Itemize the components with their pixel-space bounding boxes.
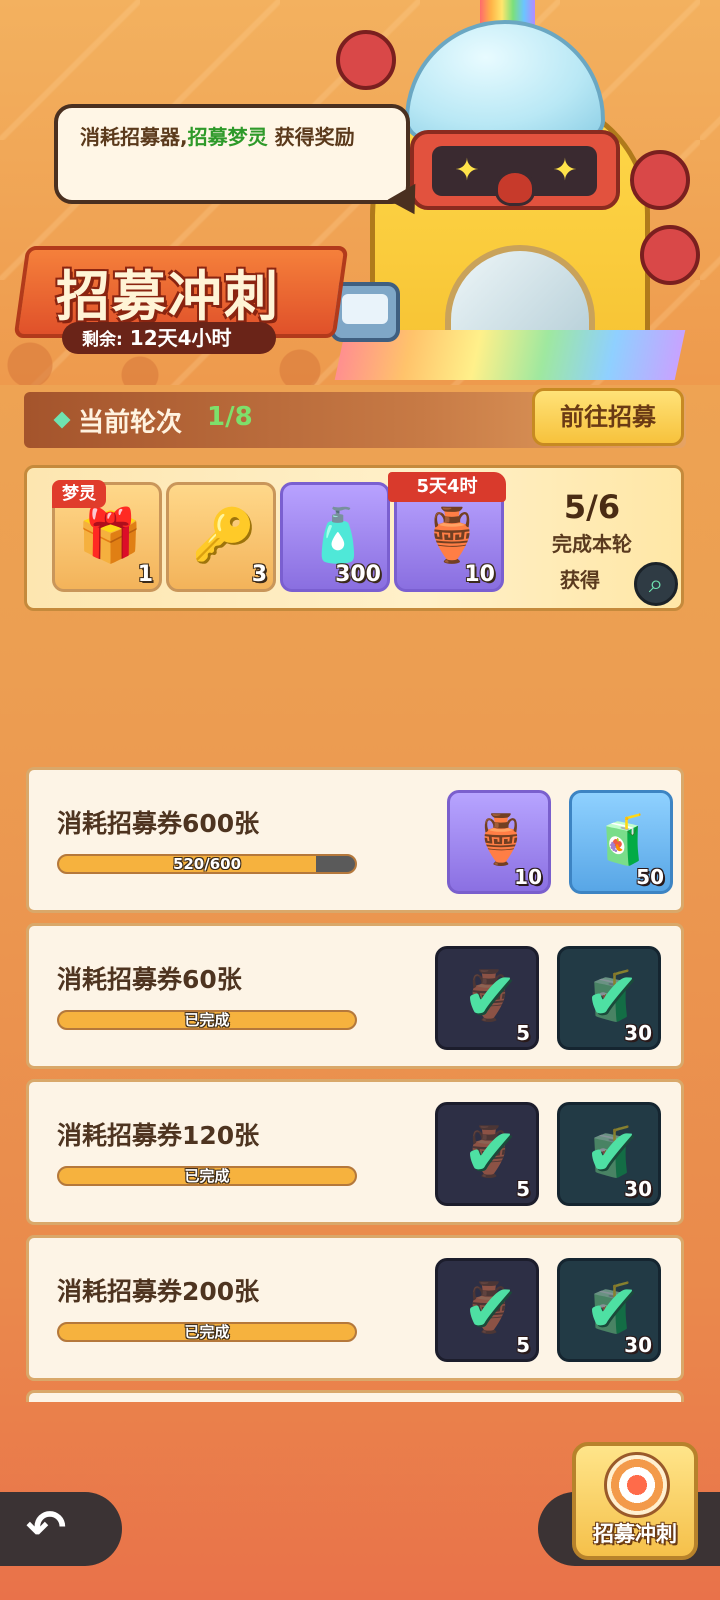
reward-slot-rainbow-bottle[interactable]: 🧴 300 [280,482,390,592]
reward-quantity: 300 [335,562,381,587]
back-arrow-icon: ↶ [26,1500,67,1556]
task-progress-text: 已完成 [184,1011,230,1029]
countdown-badge: 剩余: 12天4小时 [62,322,276,354]
robot-arm-lower [640,225,700,285]
reward-quantity: 5 [516,1177,530,1201]
task-card: 消耗招募券120张 已完成 🏺 ✔ 5 🧃 ✔ 30 [26,1079,684,1225]
round-progress: 5/6 [563,488,621,526]
speech-highlight: 招募梦灵 [187,125,268,149]
reward-quantity: 3 [251,562,267,587]
recruit-sprint-button[interactable]: 招募冲刺 [572,1442,698,1560]
event-title: 招募冲刺 [56,265,280,328]
task-card: 消耗招募券200张 已完成 🏺 ✔ 5 🧃 ✔ 30 [26,1235,684,1381]
reward-quantity: 30 [624,1333,652,1357]
task-progress-bar: 520/600 [57,854,357,874]
round-get-label: 获得 [560,568,600,592]
task-title: 消耗招募券200张 [57,1277,260,1306]
robot-mouth [495,170,535,206]
mystery-chest-icon: 🎁 [77,506,143,566]
task-reward-spirit-pedestal-claimed: 🏺 ✔ 5 [435,1258,539,1362]
task-progress-text: 已完成 [184,1167,230,1185]
reward-quantity: 30 [624,1177,652,1201]
speech-text-suffix: 获得奖励 [267,125,355,149]
reward-quantity: 50 [636,865,664,889]
task-reward-spirit-pedestal-claimed: 🏺 ✔ 5 [435,1102,539,1206]
reward-quantity: 5 [516,1333,530,1357]
task-reward-spirit-pedestal-claimed: 🏺 ✔ 5 [435,946,539,1050]
star-eye-icon: ✦ [552,153,578,188]
task-progress-bar: 已完成 [57,1166,357,1186]
task-card-next-peek [26,1390,684,1402]
round-value: 1/8 [207,402,253,432]
time-limit-tag: 5天4时 [388,472,506,502]
recruit-sprint-label: 招募冲刺 [593,1522,677,1546]
speech-text: 消耗招募器, [80,125,188,149]
task-reward-bottle-claimed: 🧃 ✔ 30 [557,946,661,1050]
countdown-label: 剩余: [82,330,123,350]
speech-bubble: 消耗招募器,招募梦灵 获得奖励 [54,104,410,204]
task-card: 消耗招募券600张 520/600 🏺 10 🧃 50 [26,767,684,913]
task-card: 消耗招募券60张 已完成 🏺 ✔ 5 🧃 ✔ 30 [26,923,684,1069]
task-reward-bottle-claimed: 🧃 ✔ 30 [557,1258,661,1362]
task-progress-bar: 已完成 [57,1010,357,1030]
reward-quantity: 30 [624,1021,652,1045]
task-progress-bar: 已完成 [57,1322,357,1342]
round-progress-desc: 完成本轮 [552,532,632,556]
task-reward-mystery-bottle[interactable]: 🧃 50 [569,790,673,894]
reward-slot-star-key[interactable]: 🔑 3 [166,482,276,592]
round-label: 当前轮次 [78,408,183,438]
reward-quantity: 1 [137,562,153,587]
task-reward-spirit-pedestal[interactable]: 🏺 10 [447,790,551,894]
countdown-value: 12天4小时 [129,326,232,350]
task-title: 消耗招募券60张 [57,965,242,994]
dream-spirit-tag: 梦灵 [52,480,106,508]
spirit-pedestal-icon: 🏺 [419,506,485,566]
task-title: 消耗招募券600张 [57,809,260,838]
rainbow-bottle-icon: 🧴 [305,506,371,566]
task-progress-text: 520/600 [172,855,242,873]
star-eye-icon: ✦ [454,153,480,188]
star-key-icon: 🔑 [191,506,257,566]
task-progress-text: 已完成 [184,1323,230,1341]
back-button[interactable]: ↶ [0,1492,122,1566]
robot-arm-left [336,30,396,90]
go-recruit-button[interactable]: 前往招募 [532,388,684,446]
reward-quantity: 10 [514,865,542,889]
task-title: 消耗招募券120张 [57,1121,260,1150]
target-dart-icon [604,1452,670,1518]
reward-quantity: 5 [516,1021,530,1045]
reward-quantity: 10 [464,562,495,587]
task-reward-bottle-claimed: 🧃 ✔ 30 [557,1102,661,1206]
robot-arm-right [630,150,690,210]
magnifier-icon[interactable]: ⌕ [634,562,678,606]
